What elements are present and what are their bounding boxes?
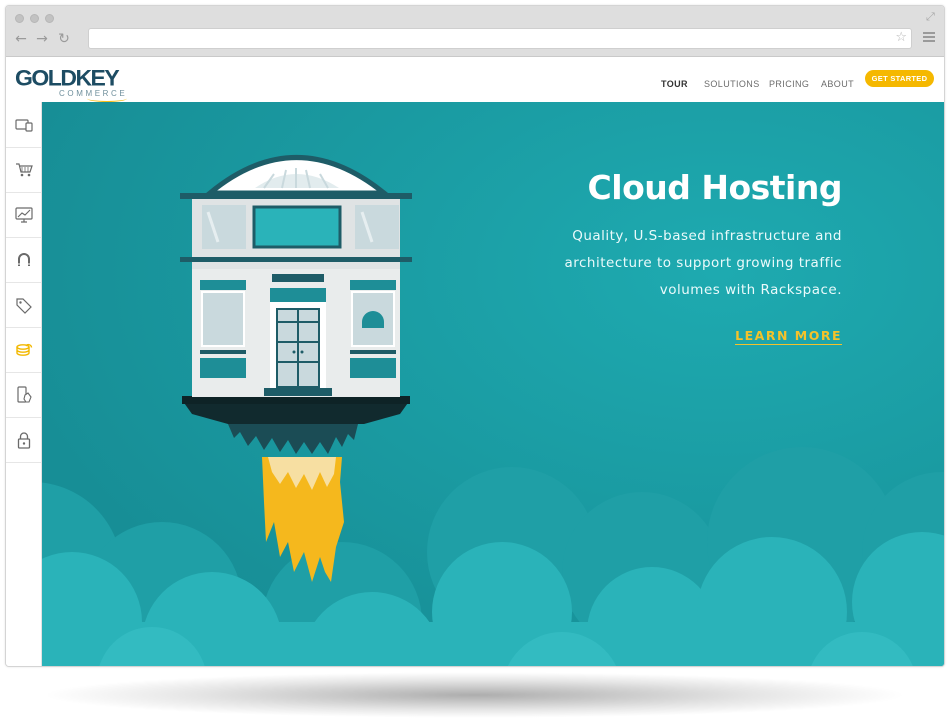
- sidebar-item-marketing[interactable]: [6, 237, 41, 283]
- get-started-button[interactable]: GET STARTED: [865, 70, 934, 87]
- sidebar-item-analytics[interactable]: [6, 192, 41, 238]
- sidebar-item-pricing[interactable]: [6, 282, 41, 328]
- nav-tour[interactable]: TOUR: [661, 79, 688, 89]
- lock-icon: [17, 431, 30, 449]
- fullscreen-icon[interactable]: ⤢: [926, 10, 935, 24]
- devices-icon: [14, 118, 33, 132]
- sidebar-item-cart[interactable]: [6, 147, 41, 193]
- sidebar-item-devices[interactable]: [6, 102, 41, 148]
- cloud-database-icon: [15, 343, 32, 356]
- sidebar-item-hosting[interactable]: [6, 327, 41, 373]
- window-close-dot[interactable]: [15, 14, 24, 23]
- nav-solutions[interactable]: SOLUTIONS: [704, 79, 760, 89]
- window-maximize-dot[interactable]: [45, 14, 54, 23]
- forward-arrow-icon[interactable]: →: [34, 31, 50, 47]
- browser-chrome: ⤢ ← → ↻ ☆: [6, 6, 944, 57]
- star-icon[interactable]: ☆: [895, 30, 907, 45]
- window-minimize-dot[interactable]: [30, 14, 39, 23]
- monitor-chart-icon: [14, 206, 33, 223]
- address-bar[interactable]: ☆: [88, 28, 912, 49]
- magnet-icon: [17, 252, 30, 266]
- learn-more-link[interactable]: LEARN MORE: [735, 328, 842, 345]
- goldkey-logo[interactable]: GOLDKEY COMMERCE: [15, 65, 135, 102]
- mobile-touch-icon: [16, 385, 32, 403]
- reload-icon[interactable]: ↻: [56, 31, 72, 47]
- logo-arc: [87, 95, 127, 102]
- sidebar-item-mobile[interactable]: [6, 372, 41, 418]
- nav-about[interactable]: ABOUT: [821, 79, 854, 89]
- nav-pricing[interactable]: PRICING: [769, 79, 809, 89]
- page-shadow: [40, 672, 909, 718]
- browser-window: ⤢ ← → ↻ ☆ GOLDKEY COMMERCE TOUR SOLUTION…: [5, 5, 945, 667]
- hero-description: Quality, U.S-based infrastructure and ar…: [564, 228, 842, 298]
- logo-wordmark: GOLDKEY: [15, 65, 120, 91]
- shopping-cart-icon: [15, 162, 33, 176]
- back-arrow-icon[interactable]: ←: [13, 31, 29, 47]
- price-tag-icon: [15, 297, 32, 314]
- hero-section: Cloud Hosting Quality, U.S-based infrast…: [42, 102, 944, 666]
- hero-title: Cloud Hosting: [587, 168, 843, 207]
- sidebar: [6, 102, 42, 666]
- hamburger-menu-icon[interactable]: [923, 32, 935, 42]
- sidebar-item-security[interactable]: [6, 417, 41, 463]
